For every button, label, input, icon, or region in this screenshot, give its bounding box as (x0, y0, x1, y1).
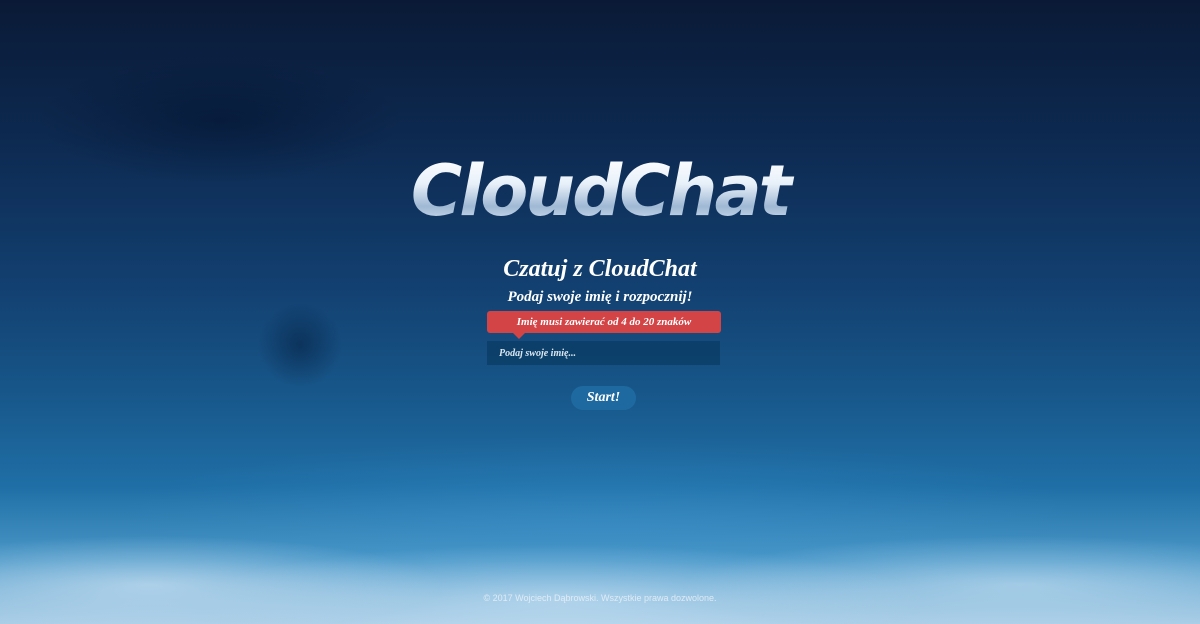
page-title: Czatuj z CloudChat (503, 256, 697, 282)
page-subtitle: Podaj swoje imię i rozpocznij! (507, 289, 693, 305)
name-input[interactable] (487, 341, 720, 365)
cloudchat-logo: CloudChat (0, 156, 1200, 226)
start-button[interactable]: Start! (571, 386, 636, 410)
validation-error-tooltip: Imię musi zawierać od 4 do 20 znaków (487, 311, 721, 333)
tooltip-arrow (513, 333, 525, 339)
footer-copyright: © 2017 Wojciech Dąbrowski. Wszystkie pra… (483, 593, 717, 603)
